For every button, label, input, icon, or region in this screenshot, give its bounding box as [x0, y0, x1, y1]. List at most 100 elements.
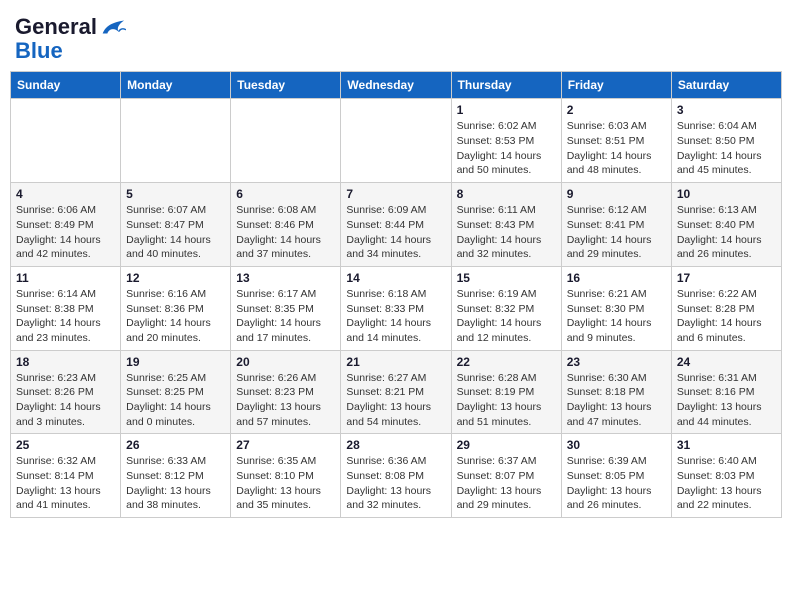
day-info: Sunrise: 6:19 AMSunset: 8:32 PMDaylight:…	[457, 287, 556, 346]
day-number: 29	[457, 438, 556, 452]
day-info: Sunrise: 6:07 AMSunset: 8:47 PMDaylight:…	[126, 203, 225, 262]
calendar-cell: 20Sunrise: 6:26 AMSunset: 8:23 PMDayligh…	[231, 350, 341, 434]
day-info: Sunrise: 6:23 AMSunset: 8:26 PMDaylight:…	[16, 371, 115, 430]
day-info: Sunrise: 6:36 AMSunset: 8:08 PMDaylight:…	[346, 454, 445, 513]
calendar-cell	[341, 99, 451, 183]
logo: General Blue	[15, 15, 126, 63]
day-number: 12	[126, 271, 225, 285]
day-info: Sunrise: 6:11 AMSunset: 8:43 PMDaylight:…	[457, 203, 556, 262]
day-info: Sunrise: 6:39 AMSunset: 8:05 PMDaylight:…	[567, 454, 666, 513]
day-info: Sunrise: 6:08 AMSunset: 8:46 PMDaylight:…	[236, 203, 335, 262]
day-number: 8	[457, 187, 556, 201]
calendar-header-tuesday: Tuesday	[231, 72, 341, 99]
day-number: 2	[567, 103, 666, 117]
day-number: 23	[567, 355, 666, 369]
day-number: 20	[236, 355, 335, 369]
day-number: 18	[16, 355, 115, 369]
day-info: Sunrise: 6:13 AMSunset: 8:40 PMDaylight:…	[677, 203, 776, 262]
calendar-cell: 6 Sunrise: 6:08 AMSunset: 8:46 PMDaylight…	[231, 183, 341, 267]
calendar-cell: 15 Sunrise: 6:19 AMSunset: 8:32 PMDayligh…	[451, 266, 561, 350]
day-number: 25	[16, 438, 115, 452]
day-info: Sunrise: 6:30 AMSunset: 8:18 PMDaylight:…	[567, 371, 666, 430]
calendar-cell: 22 Sunrise: 6:28 AMSunset: 8:19 PMDayligh…	[451, 350, 561, 434]
day-number: 4	[16, 187, 115, 201]
day-number: 22	[457, 355, 556, 369]
day-number: 6	[236, 187, 335, 201]
calendar-cell: 8 Sunrise: 6:11 AMSunset: 8:43 PMDaylight…	[451, 183, 561, 267]
day-number: 7	[346, 187, 445, 201]
calendar-week-3: 11 Sunrise: 6:14 AMSunset: 8:38 PMDayligh…	[11, 266, 782, 350]
calendar-cell: 29 Sunrise: 6:37 AMSunset: 8:07 PMDayligh…	[451, 434, 561, 518]
day-number: 3	[677, 103, 776, 117]
calendar-week-2: 4 Sunrise: 6:06 AMSunset: 8:49 PMDaylight…	[11, 183, 782, 267]
calendar-cell: 17Sunrise: 6:22 AMSunset: 8:28 PMDayligh…	[671, 266, 781, 350]
calendar-cell: 3 Sunrise: 6:04 AMSunset: 8:50 PMDaylight…	[671, 99, 781, 183]
day-number: 14	[346, 271, 445, 285]
calendar-cell: 12 Sunrise: 6:16 AMSunset: 8:36 PMDayligh…	[121, 266, 231, 350]
calendar-table: SundayMondayTuesdayWednesdayThursdayFrid…	[10, 71, 782, 518]
calendar-cell: 2Sunrise: 6:03 AMSunset: 8:51 PMDaylight…	[561, 99, 671, 183]
page-header: General Blue	[10, 10, 782, 63]
day-number: 10	[677, 187, 776, 201]
calendar-cell: 1Sunrise: 6:02 AMSunset: 8:53 PMDaylight…	[451, 99, 561, 183]
day-number: 5	[126, 187, 225, 201]
calendar-cell	[231, 99, 341, 183]
day-number: 13	[236, 271, 335, 285]
day-number: 17	[677, 271, 776, 285]
calendar-week-5: 25 Sunrise: 6:32 AMSunset: 8:14 PMDayligh…	[11, 434, 782, 518]
day-info: Sunrise: 6:04 AMSunset: 8:50 PMDaylight:…	[677, 119, 776, 178]
day-number: 11	[16, 271, 115, 285]
calendar-cell: 11 Sunrise: 6:14 AMSunset: 8:38 PMDayligh…	[11, 266, 121, 350]
calendar-cell: 31 Sunrise: 6:40 AMSunset: 8:03 PMDayligh…	[671, 434, 781, 518]
day-info: Sunrise: 6:17 AMSunset: 8:35 PMDaylight:…	[236, 287, 335, 346]
calendar-week-4: 18 Sunrise: 6:23 AMSunset: 8:26 PMDayligh…	[11, 350, 782, 434]
calendar-header-saturday: Saturday	[671, 72, 781, 99]
calendar-cell: 4 Sunrise: 6:06 AMSunset: 8:49 PMDaylight…	[11, 183, 121, 267]
day-info: Sunrise: 6:35 AMSunset: 8:10 PMDaylight:…	[236, 454, 335, 513]
day-info: Sunrise: 6:40 AMSunset: 8:03 PMDaylight:…	[677, 454, 776, 513]
day-info: Sunrise: 6:12 AMSunset: 8:41 PMDaylight:…	[567, 203, 666, 262]
calendar-cell	[121, 99, 231, 183]
calendar-header-row: SundayMondayTuesdayWednesdayThursdayFrid…	[11, 72, 782, 99]
calendar-cell: 23 Sunrise: 6:30 AMSunset: 8:18 PMDayligh…	[561, 350, 671, 434]
day-number: 21	[346, 355, 445, 369]
calendar-week-1: 1Sunrise: 6:02 AMSunset: 8:53 PMDaylight…	[11, 99, 782, 183]
calendar-cell: 9 Sunrise: 6:12 AMSunset: 8:41 PMDaylight…	[561, 183, 671, 267]
day-info: Sunrise: 6:37 AMSunset: 8:07 PMDaylight:…	[457, 454, 556, 513]
logo-blue: Blue	[15, 39, 63, 63]
calendar-cell: 30 Sunrise: 6:39 AMSunset: 8:05 PMDayligh…	[561, 434, 671, 518]
logo-text: General	[15, 15, 97, 39]
day-number: 30	[567, 438, 666, 452]
day-number: 16	[567, 271, 666, 285]
calendar-header-wednesday: Wednesday	[341, 72, 451, 99]
day-number: 15	[457, 271, 556, 285]
day-info: Sunrise: 6:06 AMSunset: 8:49 PMDaylight:…	[16, 203, 115, 262]
calendar-cell: 27Sunrise: 6:35 AMSunset: 8:10 PMDayligh…	[231, 434, 341, 518]
calendar-cell: 13 Sunrise: 6:17 AMSunset: 8:35 PMDayligh…	[231, 266, 341, 350]
calendar-header-thursday: Thursday	[451, 72, 561, 99]
calendar-cell	[11, 99, 121, 183]
day-info: Sunrise: 6:09 AMSunset: 8:44 PMDaylight:…	[346, 203, 445, 262]
day-number: 1	[457, 103, 556, 117]
calendar-cell: 24 Sunrise: 6:31 AMSunset: 8:16 PMDayligh…	[671, 350, 781, 434]
day-info: Sunrise: 6:21 AMSunset: 8:30 PMDaylight:…	[567, 287, 666, 346]
calendar-cell: 25 Sunrise: 6:32 AMSunset: 8:14 PMDayligh…	[11, 434, 121, 518]
calendar-cell: 14 Sunrise: 6:18 AMSunset: 8:33 PMDayligh…	[341, 266, 451, 350]
day-number: 9	[567, 187, 666, 201]
calendar-cell: 19Sunrise: 6:25 AMSunset: 8:25 PMDayligh…	[121, 350, 231, 434]
logo-general: General	[15, 14, 97, 39]
day-info: Sunrise: 6:31 AMSunset: 8:16 PMDaylight:…	[677, 371, 776, 430]
day-info: Sunrise: 6:33 AMSunset: 8:12 PMDaylight:…	[126, 454, 225, 513]
day-info: Sunrise: 6:18 AMSunset: 8:33 PMDaylight:…	[346, 287, 445, 346]
logo-bird-icon	[98, 16, 126, 38]
day-number: 24	[677, 355, 776, 369]
day-info: Sunrise: 6:14 AMSunset: 8:38 PMDaylight:…	[16, 287, 115, 346]
calendar-header-friday: Friday	[561, 72, 671, 99]
day-number: 31	[677, 438, 776, 452]
day-info: Sunrise: 6:32 AMSunset: 8:14 PMDaylight:…	[16, 454, 115, 513]
day-info: Sunrise: 6:16 AMSunset: 8:36 PMDaylight:…	[126, 287, 225, 346]
calendar-cell: 16 Sunrise: 6:21 AMSunset: 8:30 PMDayligh…	[561, 266, 671, 350]
day-number: 19	[126, 355, 225, 369]
calendar-cell: 5 Sunrise: 6:07 AMSunset: 8:47 PMDaylight…	[121, 183, 231, 267]
day-info: Sunrise: 6:28 AMSunset: 8:19 PMDaylight:…	[457, 371, 556, 430]
